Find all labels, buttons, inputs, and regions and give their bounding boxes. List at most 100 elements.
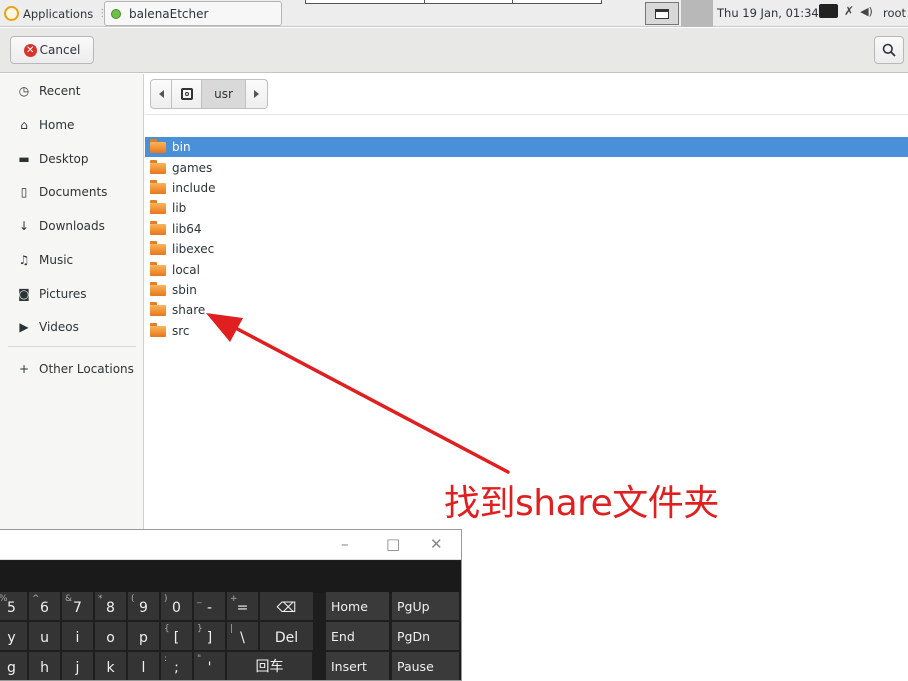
nav-key-pause[interactable]: Pause xyxy=(392,652,459,680)
key-2-4[interactable]: o xyxy=(95,622,126,650)
nav-key-end[interactable]: End xyxy=(326,622,389,650)
sidebar-item-downloads[interactable]: ↓ Downloads xyxy=(0,211,143,241)
user-menu[interactable]: root xyxy=(883,6,906,20)
path-scroll-left-button[interactable] xyxy=(150,79,172,109)
key-1-1[interactable]: %5 xyxy=(0,592,27,620)
nav-key-pgup[interactable]: PgUp xyxy=(392,592,459,620)
key-2-8[interactable]: | \ xyxy=(227,622,258,650)
file-row-lib[interactable]: lib xyxy=(145,198,908,218)
key-1-4[interactable]: * 8 xyxy=(95,592,126,620)
file-row-include[interactable]: include xyxy=(145,178,908,198)
keyboard-titlebar: – □ ✕ xyxy=(0,530,461,560)
key-label: y xyxy=(7,630,16,646)
path-root-button[interactable] xyxy=(172,79,202,109)
sidebar-item-other-locations[interactable]: + Other Locations xyxy=(0,354,143,384)
key-label: o xyxy=(106,630,115,646)
key-shift-label: { xyxy=(164,624,170,634)
sidebar-item-label: Home xyxy=(39,118,75,132)
search-button[interactable] xyxy=(874,36,904,64)
key-3-8[interactable]: 回车 xyxy=(227,652,312,680)
path-bar: usr xyxy=(150,79,268,109)
file-row-games[interactable]: games xyxy=(145,157,908,177)
key-shift-label: } xyxy=(197,624,203,634)
keyboard-icon[interactable] xyxy=(819,4,838,18)
close-button[interactable]: ✕ xyxy=(430,535,443,553)
key-1-3[interactable]: & 7 xyxy=(62,592,93,620)
file-name: libexec xyxy=(172,242,215,257)
show-desktop-button[interactable] xyxy=(645,2,679,25)
applications-icon xyxy=(4,6,19,21)
key-2-6[interactable]: {[ xyxy=(161,622,192,650)
sidebar-item-pictures[interactable]: ◙ Pictures xyxy=(0,279,143,309)
key-3-3[interactable]: j xyxy=(62,652,93,680)
volume-icon[interactable]: ◀) xyxy=(860,5,873,18)
workspace-switcher[interactable] xyxy=(305,0,602,4)
file-name: sbin xyxy=(172,282,197,297)
folder-icon xyxy=(150,261,166,276)
key-1-6[interactable]: ) 0 xyxy=(161,592,192,620)
nav-key-pgdn[interactable]: PgDn xyxy=(392,622,459,650)
key-3-2[interactable]: h xyxy=(29,652,60,680)
key-shift-label: ^ xyxy=(32,594,40,604)
key-3-7[interactable]: " ' xyxy=(194,652,225,680)
key-1-2[interactable]: ^ 6 xyxy=(29,592,60,620)
key-label: p xyxy=(139,630,148,646)
camera-icon: ◙ xyxy=(18,287,30,301)
file-row-lib64[interactable]: lib64 xyxy=(145,219,908,239)
cancel-button[interactable]: ✕ Cancel xyxy=(10,36,94,64)
key-label: i xyxy=(75,630,80,646)
key-2-5[interactable]: p xyxy=(128,622,159,650)
key-3-4[interactable]: k xyxy=(95,652,126,680)
sidebar-item-label: Recent xyxy=(39,84,81,98)
file-name: lib xyxy=(172,201,187,216)
sidebar-item-documents[interactable]: ▯ Documents xyxy=(0,177,143,207)
key-label: j xyxy=(75,660,80,676)
nav-key-insert[interactable]: Insert xyxy=(326,652,389,680)
path-usr-button[interactable]: usr xyxy=(202,79,246,109)
nav-key-home[interactable]: Home xyxy=(326,592,389,620)
key-2-3[interactable]: i xyxy=(62,622,93,650)
key-3-5[interactable]: l xyxy=(128,652,159,680)
sidebar-item-videos[interactable]: ▶ Videos xyxy=(0,312,143,342)
file-row-sbin[interactable]: sbin xyxy=(145,280,908,300)
key-2-9[interactable]: Del xyxy=(260,622,313,650)
task-button-balenaetcher[interactable]: balenaEtcher xyxy=(104,1,282,26)
key-2-7[interactable]: }] xyxy=(194,622,225,650)
key-1-8[interactable]: + = xyxy=(227,592,258,620)
sidebar-item-home[interactable]: ⌂ Home xyxy=(0,110,143,140)
key-shift-label: & xyxy=(65,594,73,604)
file-row-bin[interactable]: bin xyxy=(145,137,908,158)
key-3-1[interactable]: g xyxy=(0,652,27,680)
network-icon[interactable]: ✗ xyxy=(844,4,854,18)
path-scroll-right-button[interactable] xyxy=(246,79,268,109)
key-shift-label: * xyxy=(98,594,103,604)
key-label: k xyxy=(106,660,115,676)
key-label: 7 xyxy=(73,600,82,616)
file-name: src xyxy=(172,323,190,338)
file-row-libexec[interactable]: libexec xyxy=(145,239,908,259)
key-3-6[interactable]: :; xyxy=(161,652,192,680)
document-icon: ▯ xyxy=(20,185,28,199)
key-label: \ xyxy=(240,630,245,646)
sidebar-item-label: Downloads xyxy=(39,219,105,233)
panel-spacer xyxy=(681,0,713,27)
key-1-9[interactable]: ⌫ xyxy=(260,592,313,620)
clock[interactable]: Thu 19 Jan, 01:34 xyxy=(717,6,819,20)
file-row-src[interactable]: src xyxy=(145,321,908,341)
folder-icon xyxy=(150,241,166,256)
file-name: include xyxy=(172,180,216,195)
sidebar-item-desktop[interactable]: ▬ Desktop xyxy=(0,144,143,174)
key-1-5[interactable]: (9 xyxy=(128,592,159,620)
key-2-1[interactable]: y xyxy=(0,622,27,650)
key-1-7[interactable]: _ - xyxy=(194,592,225,620)
file-row-local[interactable]: local xyxy=(145,259,908,279)
minimize-button[interactable]: – xyxy=(341,535,349,553)
sidebar-item-recent[interactable]: ◷ Recent xyxy=(0,76,143,106)
sidebar-item-music[interactable]: ♫ Music xyxy=(0,245,143,275)
maximize-button[interactable]: □ xyxy=(386,535,400,553)
key-label: = xyxy=(236,600,249,616)
key-2-2[interactable]: u xyxy=(29,622,60,650)
key-shift-label: ( xyxy=(131,594,135,604)
file-row-share[interactable]: share xyxy=(145,300,908,320)
applications-menu[interactable]: Applications ⋮ xyxy=(4,4,107,23)
